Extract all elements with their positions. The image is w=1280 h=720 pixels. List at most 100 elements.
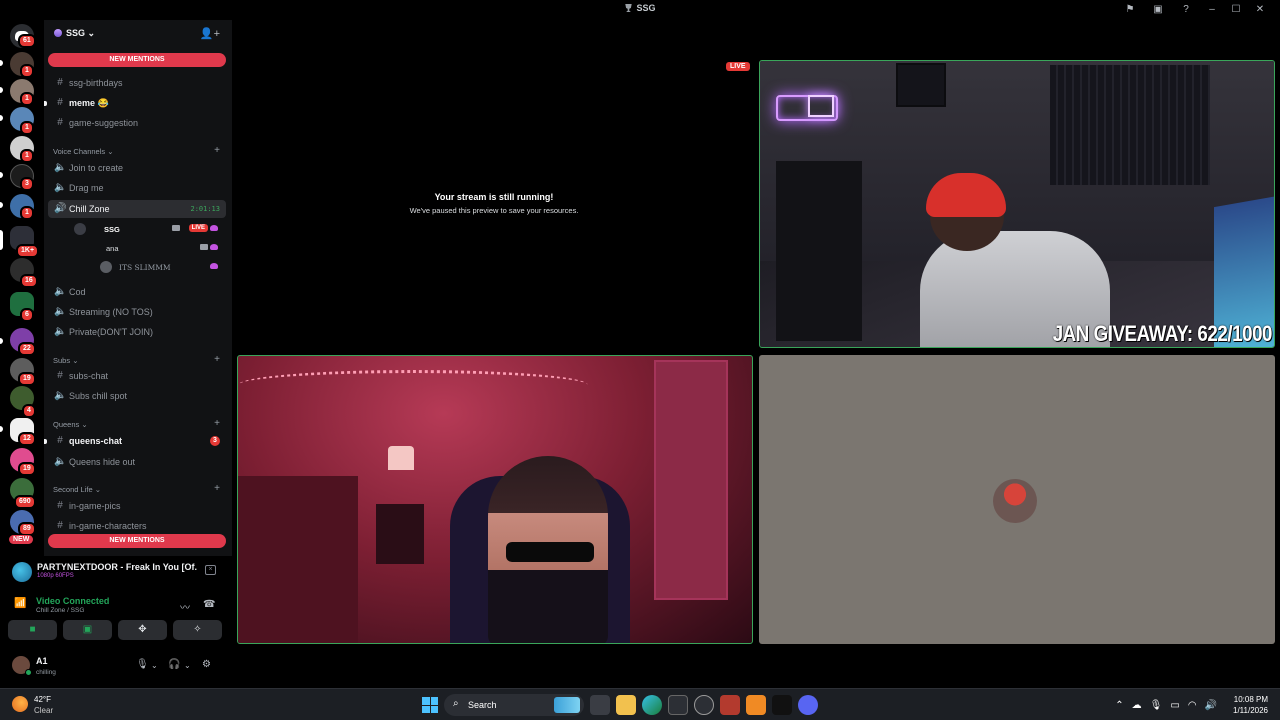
channel-item-ssg-birthdays[interactable]: # ssg-birthdays (48, 74, 226, 92)
trophy-icon (625, 4, 632, 12)
temperature: 42°F (34, 695, 51, 704)
new-mentions-bar[interactable]: NEW MENTIONS (48, 53, 226, 67)
minimize-button[interactable]: – (1200, 4, 1224, 15)
store-icon[interactable] (668, 695, 688, 715)
camera-icon (200, 244, 208, 250)
speaker-icon: 🔈 (54, 286, 67, 297)
title-bar-controls: ⚑ ▣ ? – ☐ ✕ (1116, 2, 1272, 16)
activities-button[interactable]: ✥ (118, 620, 167, 640)
voice-user-ssg[interactable]: SSG LIVE (74, 220, 224, 238)
channel-item-in-game-pics[interactable]: # in-game-pics (48, 497, 226, 515)
chevron-down-icon[interactable]: ⌄ (151, 661, 158, 670)
windows-start-icon[interactable] (422, 697, 438, 713)
server-badge: 16 (20, 274, 38, 288)
hashtag-icon: # (57, 435, 63, 446)
category-queens[interactable]: Queens ⌄ (53, 420, 88, 429)
add-channel-icon[interactable]: + (214, 354, 220, 365)
voice-channel-queens-hide-out[interactable]: 🔈 Queens hide out (48, 453, 226, 471)
category-voice-channels[interactable]: Voice Channels ⌄ (53, 147, 114, 156)
network-off-icon[interactable]: ☁ (1132, 700, 1142, 711)
voice-channel-streaming[interactable]: 🔈 Streaming (NO TOS) (48, 303, 226, 321)
weather-icon (12, 696, 28, 712)
add-channel-icon[interactable]: + (214, 145, 220, 156)
stop-streaming-icon[interactable]: × (205, 565, 216, 575)
category-second-life[interactable]: Second Life ⌄ (53, 485, 101, 494)
new-mentions-bar-bottom[interactable]: NEW MENTIONS (48, 534, 226, 548)
channel-item-in-game-characters[interactable]: # in-game-characters (48, 517, 226, 535)
voice-user-ana[interactable]: ana (74, 239, 224, 257)
file-explorer-icon[interactable] (616, 695, 636, 715)
server-header[interactable]: SSG ⌄ 👤+ (44, 20, 232, 46)
camera-button[interactable]: ■ (8, 620, 57, 640)
avatar (993, 479, 1037, 523)
game-app-icon[interactable] (720, 695, 740, 715)
channel-label: Join to create (69, 163, 124, 173)
hashtag-icon: # (57, 500, 63, 511)
server-badge: 89 (18, 522, 36, 536)
selected-pill (0, 230, 3, 250)
voice-user-name: ana (106, 244, 119, 253)
channel-label: Queens hide out (69, 457, 136, 467)
server-badge: 1K+ (16, 244, 40, 258)
new-unreads-pill[interactable]: NEW (9, 535, 34, 544)
channel-item-queens-chat[interactable]: # queens-chat 3 (44, 432, 226, 450)
chevron-up-icon[interactable]: ⌃ (1115, 700, 1123, 711)
clock[interactable]: 10:08 PM 1/11/2026 (1233, 694, 1268, 716)
scene-door (654, 360, 728, 600)
add-channel-icon[interactable]: + (214, 483, 220, 494)
voice-channel-subs-chill-spot[interactable]: 🔈 Subs chill spot (48, 387, 226, 405)
voice-status[interactable]: Video Connected (36, 596, 109, 606)
voice-active-icon: 🔊 (54, 203, 67, 214)
soundboard-button[interactable]: ✧ (173, 620, 222, 640)
microphone-icon[interactable]: 🎙 (136, 659, 149, 670)
invite-people-icon[interactable]: 👤+ (200, 27, 220, 40)
channel-item-subs-chat[interactable]: # subs-chat (48, 367, 226, 385)
voice-user-its-slimmm[interactable]: ITS SLIMMM (74, 258, 224, 276)
category-subs[interactable]: Subs ⌄ (53, 356, 78, 365)
scene-shelf (776, 161, 862, 341)
video-tile-streamer[interactable]: JAN GIVEAWAY: 622/1000 (759, 60, 1275, 348)
wifi-icon[interactable]: ◠ (1188, 700, 1197, 711)
voice-channel-private[interactable]: 🔈 Private(DON'T JOIN) (48, 323, 226, 341)
chevron-down-icon[interactable]: ⌄ (184, 661, 191, 670)
window-title: SSG (0, 3, 1280, 13)
volume-icon[interactable]: 🔊 (1205, 700, 1217, 711)
edge-icon[interactable] (642, 695, 662, 715)
launcher-icon[interactable] (746, 695, 766, 715)
screen-share-button[interactable]: ▣ (63, 620, 112, 640)
close-button[interactable]: ✕ (1248, 4, 1272, 15)
taskbar-search[interactable]: ⌕ Search (444, 694, 584, 716)
disconnect-icon[interactable]: ☎ (203, 599, 215, 610)
channel-item-meme[interactable]: # meme 😂 (44, 94, 226, 112)
signal-icon[interactable]: 📶 (14, 598, 26, 609)
channel-item-game-suggestion[interactable]: # game-suggestion (48, 114, 226, 132)
flag-icon[interactable]: ⚑ (1116, 4, 1144, 15)
voice-location[interactable]: Chill Zone / SSG (36, 607, 84, 614)
settings-gear-icon[interactable]: ⚙ (202, 659, 211, 670)
help-icon[interactable]: ? (1172, 4, 1200, 15)
monitor-icon[interactable]: ▭ (1170, 700, 1179, 711)
giveaway-overlay: JAN GIVEAWAY: 622/1000 (1052, 321, 1273, 346)
headphones-icon[interactable]: 🎧 (168, 659, 180, 670)
inbox-icon[interactable]: ▣ (1144, 4, 1172, 15)
call-of-duty-icon[interactable] (772, 695, 792, 715)
discord-icon[interactable] (798, 695, 818, 715)
voice-channel-drag-me[interactable]: 🔈 Drag me (48, 179, 226, 197)
username[interactable]: A1 (36, 656, 48, 666)
camera-icon (172, 225, 180, 231)
server-badge: 61 (18, 34, 36, 48)
video-tile-webcam[interactable] (237, 355, 753, 644)
maximize-button[interactable]: ☐ (1224, 4, 1248, 15)
noise-suppression-icon[interactable]: 〰 (180, 599, 190, 614)
microphone-icon[interactable]: 🎙 (1150, 700, 1163, 711)
voice-channel-chill-zone[interactable]: 🔊 Chill Zone 2:01:13 (48, 200, 226, 218)
steam-icon[interactable] (694, 695, 714, 715)
video-tile-avatar-only[interactable] (759, 355, 1275, 644)
task-view-icon[interactable] (590, 695, 610, 715)
add-channel-icon[interactable]: + (214, 418, 220, 429)
unread-indicator (44, 439, 47, 444)
voice-channel-cod[interactable]: 🔈 Cod (48, 283, 226, 301)
channel-label: Private(DON'T JOIN) (69, 327, 154, 337)
unread-pill (0, 60, 3, 66)
voice-channel-join-to-create[interactable]: 🔈 Join to create (48, 159, 226, 177)
